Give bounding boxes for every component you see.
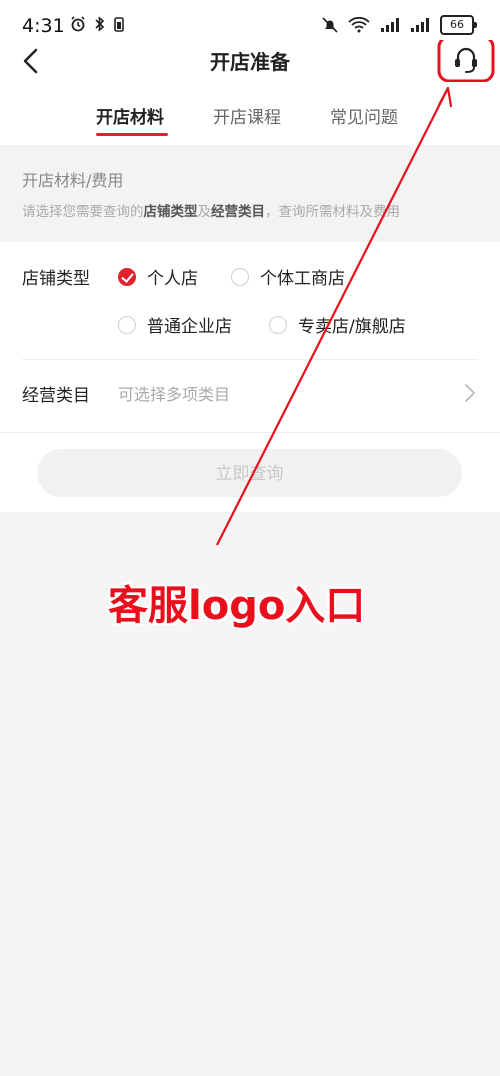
shop-type-option-personal[interactable]: 个人店	[118, 264, 198, 289]
info-desc-mid: 及	[197, 204, 212, 220]
option-label: 个体工商店	[260, 269, 345, 289]
shop-type-option-flagship[interactable]: 专卖店/旗舰店	[269, 312, 406, 337]
info-heading: 开店材料/费用	[22, 171, 124, 190]
status-left-icons	[70, 16, 124, 32]
status-time: 4:31	[22, 15, 65, 37]
info-desc-shop-type: 店铺类型	[143, 204, 198, 220]
info-desc-suffix: ，查询所需材料及费用	[265, 204, 400, 220]
battery-small-icon	[114, 17, 124, 32]
info-description: 请选择您需要查询的店铺类型及经营类目，查询所需材料及费用	[22, 200, 400, 220]
radio-checked-icon	[118, 267, 136, 286]
annotation-label: 客服logo入口	[108, 583, 366, 629]
chevron-right-icon[interactable]	[464, 383, 476, 403]
tab-faq[interactable]: 常见问题	[330, 103, 398, 128]
tab-courses[interactable]: 开店课程	[213, 103, 281, 128]
option-label: 个人店	[147, 269, 198, 289]
shop-type-option-individual-business[interactable]: 个体工商店	[231, 264, 345, 289]
divider	[0, 432, 500, 433]
signal-icon	[381, 18, 399, 32]
tab-active-indicator	[96, 133, 168, 136]
headset-icon[interactable]	[437, 40, 495, 82]
status-bar: 4:31 66	[0, 0, 500, 40]
option-label: 专卖店/旗舰店	[298, 317, 406, 337]
tab-bar: 开店材料 开店课程 常见问题	[0, 85, 500, 145]
info-desc-prefix: 请选择您需要查询的	[22, 204, 144, 220]
tab-materials[interactable]: 开店材料	[96, 103, 164, 128]
signal-icon	[411, 18, 429, 32]
radio-empty-icon	[269, 315, 287, 334]
bluetooth-icon	[95, 16, 105, 32]
status-right-icons: 66	[322, 15, 477, 35]
wifi-icon	[348, 17, 370, 33]
category-picker[interactable]: 可选择多项类目	[118, 381, 230, 405]
radio-empty-icon	[118, 315, 136, 334]
shop-type-label: 店铺类型	[22, 269, 90, 289]
shop-type-option-enterprise[interactable]: 普通企业店	[118, 312, 232, 337]
info-desc-category: 经营类目	[211, 204, 265, 220]
divider	[22, 359, 478, 360]
category-label: 经营类目	[22, 386, 90, 406]
battery-icon: 66	[440, 15, 477, 35]
alarm-icon	[71, 16, 85, 32]
info-section: 开店材料/费用 请选择您需要查询的店铺类型及经营类目，查询所需材料及费用	[0, 145, 500, 242]
option-label: 普通企业店	[147, 317, 232, 337]
radio-empty-icon	[231, 267, 249, 286]
query-button[interactable]: 立即查询	[37, 449, 462, 497]
query-form: 店铺类型 个人店 个体工商店 普通企业店 专卖店/旗舰店 经营类目 可选择多项类…	[0, 242, 500, 512]
page-title: 开店准备	[210, 50, 290, 74]
mute-icon	[322, 17, 338, 33]
app-header: 开店准备	[0, 40, 500, 85]
